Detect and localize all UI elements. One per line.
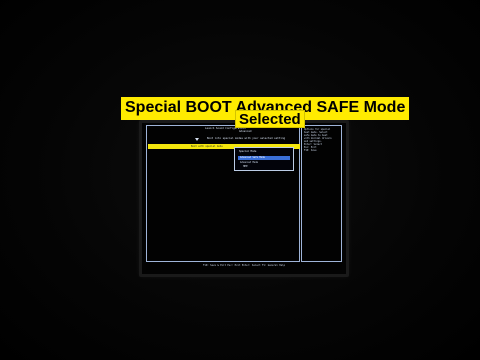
caption-selected: Selected [235, 110, 305, 128]
bios-main-pane: Launch Sound Configuration Advanced Boot… [146, 125, 300, 262]
highlighted-item-label: Boot with special mode [191, 145, 223, 148]
small-tag: HPE [243, 165, 248, 168]
bios-screen: Launch Sound Configuration Advanced Boot… [146, 125, 342, 270]
help-line: F10: Save [304, 149, 317, 152]
menu-arrow-icon [195, 138, 199, 141]
popup-title: Special Mode [239, 150, 257, 153]
bios-help-pane: Options for special boot mode. Select sa… [301, 125, 342, 262]
popup-option-advanced-safe-mode[interactable]: Advanced Safe Mode [238, 156, 290, 160]
header-line-3: Boot into special modes with your select… [207, 137, 286, 140]
header-line-2: Advanced [239, 130, 252, 133]
bios-footer: F10: Save & Exit Esc: Exit Enter: Select… [202, 264, 286, 267]
